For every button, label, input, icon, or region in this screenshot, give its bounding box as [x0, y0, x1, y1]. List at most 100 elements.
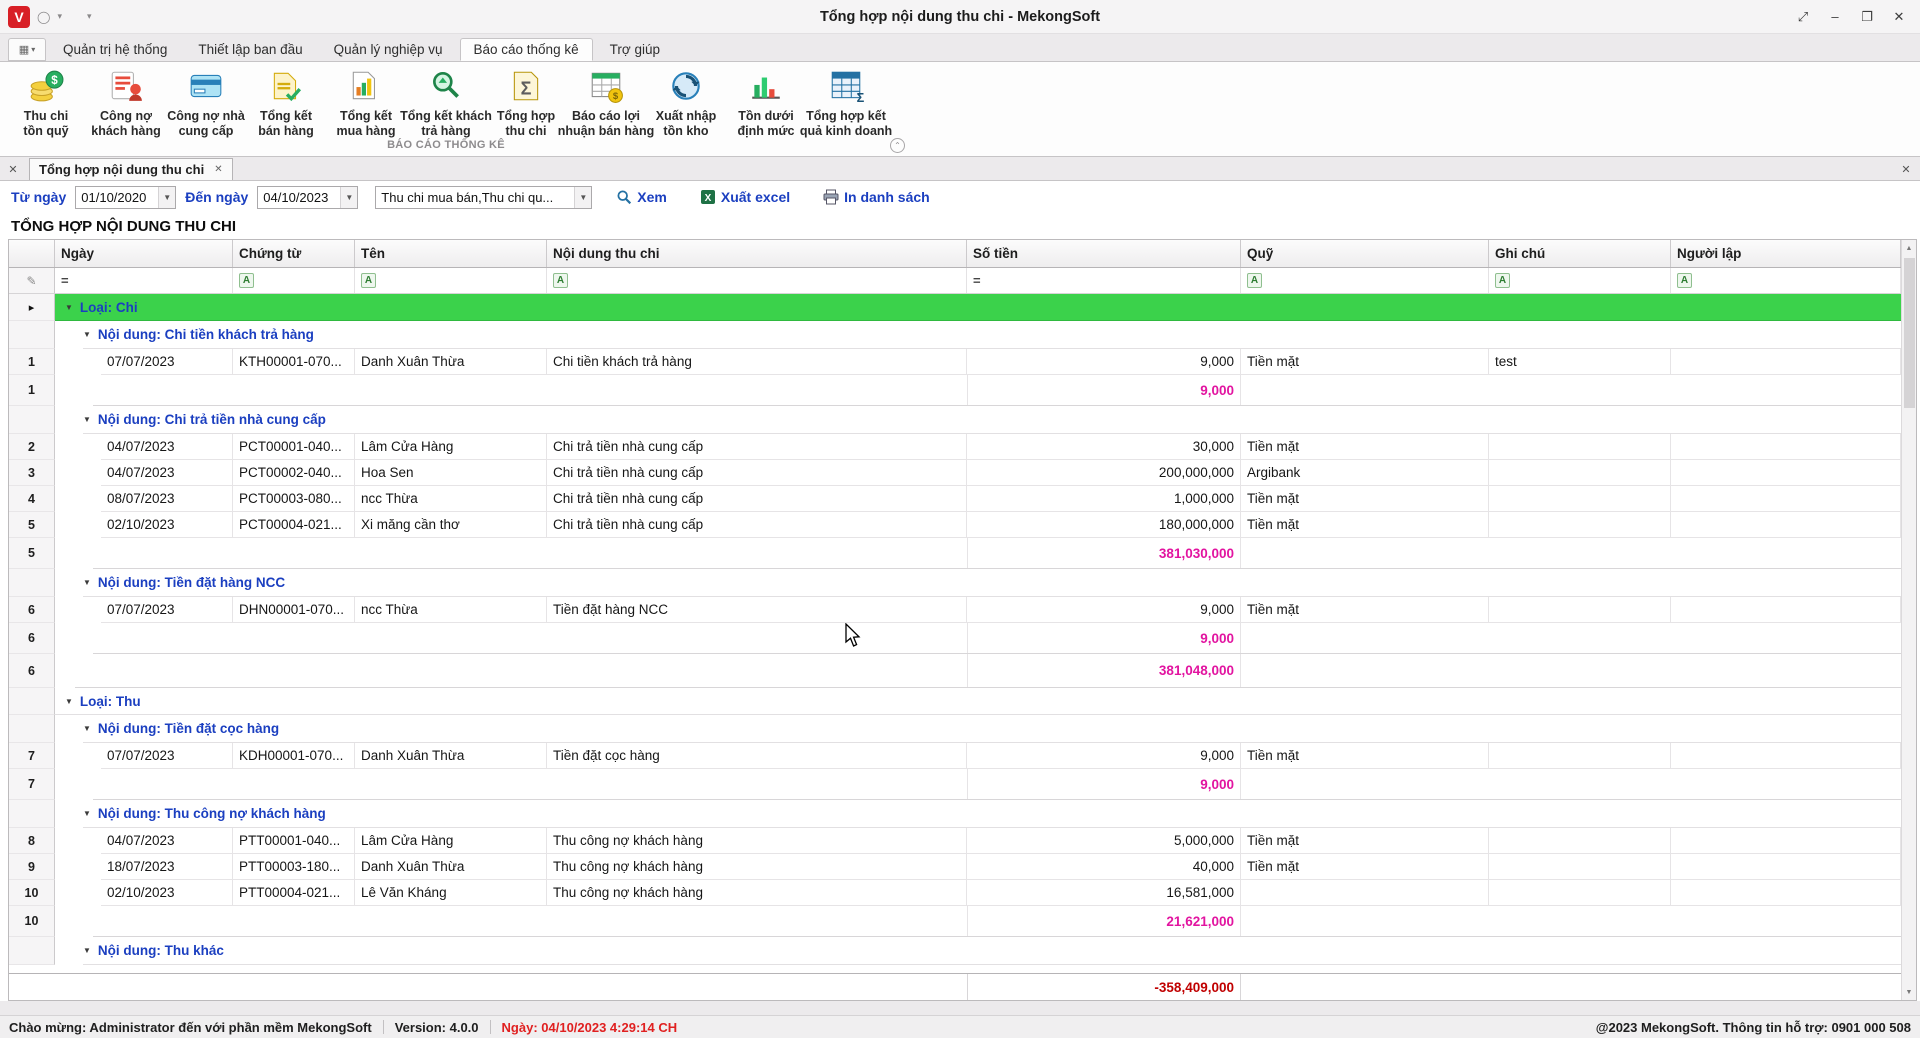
scrollbar-thumb[interactable]: [1904, 258, 1915, 408]
quick-access-caret-icon[interactable]: ▾: [57, 11, 62, 22]
collapse-triangle-icon[interactable]: ▼: [83, 809, 91, 818]
quick-access-circle-icon[interactable]: ◯: [37, 10, 50, 24]
cell-chung-tu[interactable]: PCT00004-021...: [233, 512, 355, 538]
type-filter-combo[interactable]: ▼: [375, 186, 592, 209]
cell-quy[interactable]: Tiền mặt: [1241, 486, 1489, 512]
cell-ngay[interactable]: 07/07/2023: [101, 597, 233, 623]
cell-ten[interactable]: Lâm Cửa Hàng: [355, 828, 547, 854]
collapse-triangle-icon[interactable]: ▼: [65, 697, 73, 706]
cell-nguoi-lap[interactable]: [1671, 460, 1901, 486]
cell-chung-tu[interactable]: PCT00003-080...: [233, 486, 355, 512]
cell-ngay[interactable]: 04/07/2023: [101, 460, 233, 486]
cell-ghi-chu[interactable]: [1489, 880, 1671, 906]
from-date-picker[interactable]: ▼: [75, 186, 176, 209]
cell-ghi-chu[interactable]: [1489, 854, 1671, 880]
cell-quy[interactable]: Argibank: [1241, 460, 1489, 486]
filter-cell-ten[interactable]: A: [355, 268, 547, 293]
cell-ghi-chu[interactable]: [1489, 512, 1671, 538]
ribbon-button-tong-hop-ket-qua-kinh-doanh[interactable]: ΣTổng hợp kếtquả kinh doanh: [806, 64, 886, 139]
ribbon-collapse-button[interactable]: ⌃: [890, 138, 905, 153]
data-row[interactable]: 408/07/2023PCT00003-080...ncc ThừaChi tr…: [9, 486, 1901, 512]
filter-cell-quy[interactable]: A: [1241, 268, 1489, 293]
maximize-button[interactable]: ❐: [1854, 6, 1880, 28]
cell-nguoi-lap[interactable]: [1671, 486, 1901, 512]
cell-ghi-chu[interactable]: [1489, 486, 1671, 512]
data-row[interactable]: 107/07/2023KTH00001-070...Danh Xuân Thừa…: [9, 349, 1901, 375]
cell-noi-dung-thu-chi[interactable]: Chi trả tiền nhà cung cấp: [547, 486, 967, 512]
group-row-noi-dung-tien-at-hang-ncc[interactable]: ▼Nội dung: Tiền đặt hàng NCC: [9, 569, 1901, 597]
cell-ten[interactable]: ncc Thừa: [355, 597, 547, 623]
column-header-nguoi-lap[interactable]: Người lập: [1671, 240, 1901, 267]
data-row[interactable]: 304/07/2023PCT00002-040...Hoa SenChi trả…: [9, 460, 1901, 486]
cell-noi-dung-thu-chi[interactable]: Thu công nợ khách hàng: [547, 828, 967, 854]
group-row-loai-thu[interactable]: ▼Loại: Thu: [9, 688, 1901, 715]
cell-quy[interactable]: [1241, 880, 1489, 906]
cell-ngay[interactable]: 07/07/2023: [101, 743, 233, 769]
cell-quy[interactable]: Tiền mặt: [1241, 743, 1489, 769]
cell-noi-dung-thu-chi[interactable]: Thu công nợ khách hàng: [547, 854, 967, 880]
cell-chung-tu[interactable]: PTT00003-180...: [233, 854, 355, 880]
cell-quy[interactable]: Tiền mặt: [1241, 512, 1489, 538]
cell-ten[interactable]: Hoa Sen: [355, 460, 547, 486]
column-header-quy[interactable]: Quỹ: [1241, 240, 1489, 267]
cell-quy[interactable]: Tiền mặt: [1241, 349, 1489, 375]
cell-nguoi-lap[interactable]: [1671, 743, 1901, 769]
ribbon-tab-bao-cao-thong-ke[interactable]: Báo cáo thống kê: [460, 38, 593, 61]
minimize-button[interactable]: –: [1822, 6, 1848, 28]
collapse-triangle-icon[interactable]: ▼: [83, 578, 91, 587]
data-row[interactable]: 1002/10/2023PTT00004-021...Lê Văn KhángT…: [9, 880, 1901, 906]
data-row[interactable]: 707/07/2023KDH00001-070...Danh Xuân Thừa…: [9, 743, 1901, 769]
cell-nguoi-lap[interactable]: [1671, 512, 1901, 538]
cell-so-tien[interactable]: 9,000: [967, 743, 1241, 769]
cell-so-tien[interactable]: 30,000: [967, 434, 1241, 460]
cell-ngay[interactable]: 07/07/2023: [101, 349, 233, 375]
group-row-noi-dung-chi-tien-khach-tra-hang[interactable]: ▼Nội dung: Chi tiền khách trả hàng: [9, 321, 1901, 349]
group-row-content[interactable]: ▼Nội dung: Tiền đặt cọc hàng: [83, 715, 1901, 743]
cell-so-tien[interactable]: 9,000: [967, 349, 1241, 375]
cell-ten[interactable]: Xi măng cần thơ: [355, 512, 547, 538]
chevron-down-icon[interactable]: ▼: [340, 187, 357, 208]
ribbon-button-tong-ket-khach-tra-hang[interactable]: Tổng kết kháchtrả hàng: [406, 64, 486, 139]
filter-cell-chung-tu[interactable]: A: [233, 268, 355, 293]
type-filter-input[interactable]: [376, 187, 574, 208]
application-menu-button[interactable]: ▦▾: [8, 38, 46, 61]
cell-ngay[interactable]: 04/07/2023: [101, 828, 233, 854]
scroll-up-icon[interactable]: ▲: [1902, 240, 1916, 256]
group-row-content[interactable]: ▼Loại: Chi: [55, 294, 1901, 321]
ribbon-button-tong-hop-thu-chi[interactable]: ΣTổng hợpthu chi: [486, 64, 566, 139]
group-row-loai-chi[interactable]: ▸▼Loại: Chi: [9, 294, 1901, 321]
group-row-content[interactable]: ▼Nội dung: Chi tiền khách trả hàng: [83, 321, 1901, 349]
cell-chung-tu[interactable]: KDH00001-070...: [233, 743, 355, 769]
to-date-picker[interactable]: ▼: [257, 186, 358, 209]
group-row-content[interactable]: ▼Loại: Thu: [55, 688, 1901, 715]
cell-ten[interactable]: ncc Thừa: [355, 486, 547, 512]
collapse-triangle-icon[interactable]: ▼: [83, 946, 91, 955]
cell-nguoi-lap[interactable]: [1671, 854, 1901, 880]
ribbon-tab-thiet-lap-ban-au[interactable]: Thiết lập ban đầu: [184, 38, 316, 61]
cell-chung-tu[interactable]: PTT00004-021...: [233, 880, 355, 906]
cell-nguoi-lap[interactable]: [1671, 434, 1901, 460]
cell-so-tien[interactable]: 180,000,000: [967, 512, 1241, 538]
cell-ten[interactable]: Danh Xuân Thừa: [355, 854, 547, 880]
group-row-content[interactable]: ▼Nội dung: Chi trả tiền nhà cung cấp: [83, 406, 1901, 434]
ribbon-button-ton-duoi-inh-muc[interactable]: Tồn dướiđịnh mức: [726, 64, 806, 139]
cell-chung-tu[interactable]: DHN00001-070...: [233, 597, 355, 623]
cell-so-tien[interactable]: 5,000,000: [967, 828, 1241, 854]
export-excel-button[interactable]: X Xuất excel: [691, 186, 799, 208]
collapse-triangle-icon[interactable]: ▼: [83, 415, 91, 424]
document-tab[interactable]: Tổng hợp nội dung thu chi ✕: [29, 158, 233, 180]
group-row-noi-dung-thu-cong-no-khach-hang[interactable]: ▼Nội dung: Thu công nợ khách hàng: [9, 800, 1901, 828]
to-date-input[interactable]: [258, 187, 340, 208]
cell-so-tien[interactable]: 200,000,000: [967, 460, 1241, 486]
cell-noi-dung-thu-chi[interactable]: Chi tiền khách trả hàng: [547, 349, 967, 375]
chevron-down-icon[interactable]: ▼: [574, 187, 591, 208]
cell-so-tien[interactable]: 1,000,000: [967, 486, 1241, 512]
collapse-triangle-icon[interactable]: ▼: [65, 303, 73, 312]
filter-cell-so-tien[interactable]: =: [967, 268, 1241, 293]
cell-quy[interactable]: Tiền mặt: [1241, 828, 1489, 854]
fullscreen-button[interactable]: ⤢: [1790, 6, 1816, 28]
cell-noi-dung-thu-chi[interactable]: Thu công nợ khách hàng: [547, 880, 967, 906]
cell-ten[interactable]: Danh Xuân Thừa: [355, 743, 547, 769]
cell-nguoi-lap[interactable]: [1671, 880, 1901, 906]
cell-noi-dung-thu-chi[interactable]: Chi trả tiền nhà cung cấp: [547, 512, 967, 538]
